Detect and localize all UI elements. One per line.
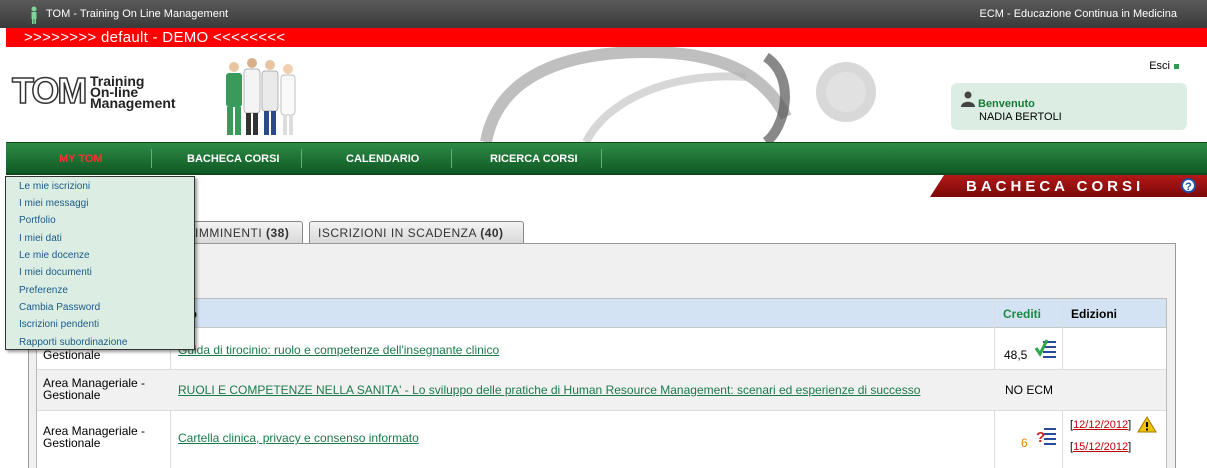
nav-separator [601,149,602,168]
menu-item-i-miei-documenti[interactable]: I miei documenti [19,267,92,278]
logo-line-3: Management [90,95,176,111]
edition-date[interactable]: [15/12/2012] [1070,439,1131,453]
nav-ricerca-corsi[interactable]: RICERCA CORSI [490,153,578,165]
tom-logo: TOM [11,70,88,111]
table-row: Gestionale Guida di tirocinio: ruolo e c… [37,329,1166,370]
tab-imminenti-count: (38) [266,226,290,240]
menu-item-i-miei-messaggi[interactable]: I miei messaggi [19,198,88,209]
credits-value: 48,5 [1004,348,1028,362]
menu-item-preferenze[interactable]: Preferenze [19,285,68,296]
tab-imminenti[interactable]: IMMINENTI (38) [186,221,303,243]
credits-value: 6 [1021,436,1028,450]
menu-item-le-mie-docenze[interactable]: Le mie docenze [19,250,90,261]
menu-item-le-mie-iscrizioni[interactable]: Le mie iscrizioni [19,181,90,192]
welcome-label: Benvenuto [978,98,1035,110]
user-icon [961,91,975,107]
edition-date-link[interactable]: 12/12/2012 [1073,419,1128,431]
logout-link[interactable]: Esci [1149,60,1179,72]
person-icon [31,6,37,24]
edition-date[interactable]: [12/12/2012] [1070,417,1131,431]
edition-date-link[interactable]: 15/12/2012 [1073,441,1128,453]
table-row: Area Manageriale - Gestionale RUOLI E CO… [37,370,1166,411]
menu-item-iscrizioni-pendenti[interactable]: Iscrizioni pendenti [19,319,99,330]
tab-imminenti-label: IMMINENTI [195,226,263,240]
courses-table: olo Crediti Edizioni Gestionale Guida di… [36,298,1167,468]
app-title: TOM - Training On Line Management [46,8,228,20]
header-credits[interactable]: Crediti [1003,307,1041,321]
menu-item-rapporti-subordinazione[interactable]: Rapporti subordinazione [19,337,127,348]
area-label-2: Gestionale [43,436,101,450]
logout-square-icon [1174,63,1179,69]
check-list-icon[interactable] [1035,338,1057,358]
nav-separator [301,149,302,168]
svg-text:?: ? [1036,429,1045,445]
nav-my-tom[interactable]: MY TOM [59,153,103,165]
stethoscope-illustration [480,47,876,142]
header: TOM Training On-line Management Esci Ben… [6,47,1207,142]
menu-item-i-miei-dati[interactable]: I miei dati [19,233,62,244]
nav-calendario[interactable]: CALENDARIO [346,153,419,165]
logout-label[interactable]: Esci [1149,60,1170,72]
environment-banner: >>>>>>>> default - DEMO <<<<<<<< [6,28,1207,47]
course-link[interactable]: Guida di tirocinio: ruolo e competenze d… [178,343,499,357]
question-list-icon[interactable]: ? [1035,425,1057,445]
my-tom-dropdown: Le mie iscrizioni I miei messaggi Portfo… [5,176,195,350]
tab-scadenza-label: ISCRIZIONI IN SCADENZA [318,226,477,240]
divider [6,173,1207,175]
warning-icon [1137,416,1157,433]
course-link[interactable]: Cartella clinica, privacy e consenso inf… [178,431,419,445]
medical-staff-illustration [226,58,296,135]
user-name: NADIA BERTOLI [979,111,1062,123]
page-title: BACHECA CORSI [966,178,1145,195]
course-link[interactable]: RUOLI E COMPETENZE NELLA SANITA' - Lo sv… [178,383,920,397]
table-row: Area Manageriale - Gestionale Cartella c… [37,411,1166,468]
nav-bacheca-corsi[interactable]: BACHECA CORSI [187,153,280,165]
tom-logo-text: Training On-line Management [90,74,176,111]
tab-scadenza-count: (40) [480,226,504,240]
ecm-title: ECM - Educazione Continua in Medicina [979,8,1178,20]
menu-item-portfolio[interactable]: Portfolio [19,215,56,226]
main-nav: MY TOM BACHECA CORSI CALENDARIO RICERCA … [6,142,1207,173]
area-label: Gestionale [43,348,101,362]
credits-value: NO ECM [1005,383,1053,397]
header-editions: Edizioni [1071,307,1117,321]
welcome-box: Benvenuto NADIA BERTOLI [951,83,1187,130]
help-icon[interactable]: ? [1181,178,1196,193]
environment-label: >>>>>>>> default - DEMO <<<<<<<< [24,29,286,46]
area-label-2: Gestionale [43,388,101,402]
nav-separator [151,149,152,168]
table-header: olo Crediti Edizioni [37,299,1166,328]
top-bar: TOM - Training On Line Management ECM - … [0,0,1207,28]
menu-item-cambia-password[interactable]: Cambia Password [19,302,100,313]
tab-iscrizioni-in-scadenza[interactable]: ISCRIZIONI IN SCADENZA (40) [309,221,524,243]
nav-separator [451,149,452,168]
